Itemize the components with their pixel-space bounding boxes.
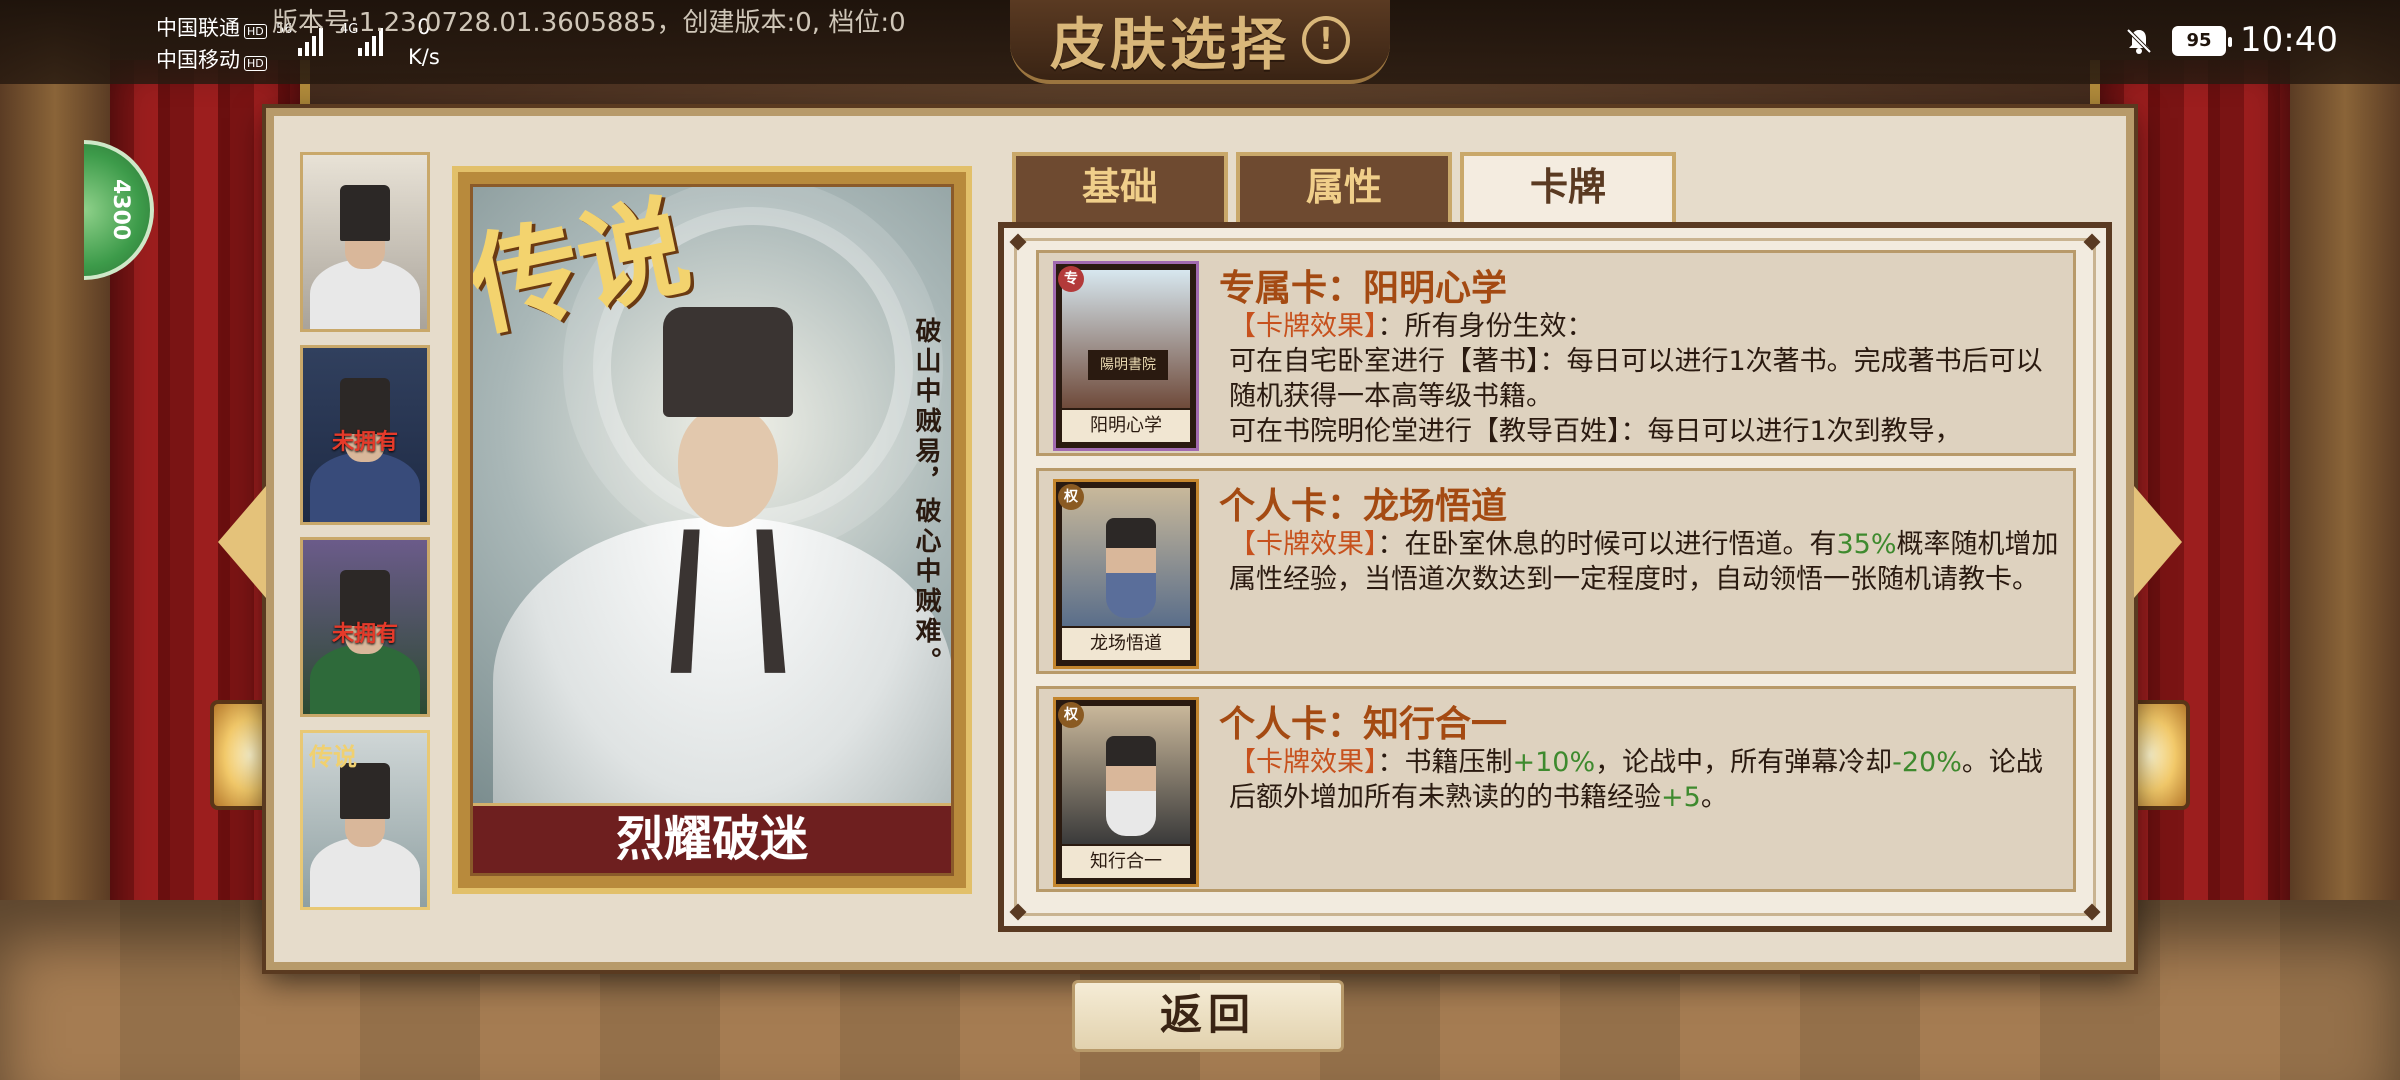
skin-thumb-3[interactable]: 未拥有 [300, 537, 430, 717]
card-thumbnail[interactable]: 权 知行合一 [1053, 697, 1199, 887]
card-thumbnail[interactable]: 陽明書院 专 阳明心学 [1053, 261, 1199, 451]
effect-label: 【卡牌效果】 [1229, 529, 1378, 560]
card-thumb-label: 龙场悟道 [1062, 628, 1190, 660]
legend-mark-small: 传说 [309, 743, 357, 771]
card-art [1062, 706, 1190, 844]
thumb-robe [310, 259, 420, 329]
effect-label: 【卡牌效果】 [1229, 311, 1378, 342]
card-art: 陽明書院 [1062, 270, 1190, 408]
featured-skin-card: 传说 破山中贼易，破心中贼难。 烈耀破迷 [452, 166, 972, 894]
art-hat [663, 307, 793, 417]
card-thumbnail[interactable]: 权 龙场悟道 [1053, 479, 1199, 669]
desc-text: 可在自宅卧室进行【著书】：每日可以进行1次著书。完成著书后可以随机获得一本高等级… [1229, 346, 2043, 412]
effect-label: 【卡牌效果】 [1229, 747, 1378, 778]
skin-thumb-4-selected[interactable]: 传说 [300, 730, 430, 910]
desc-text: ，论战中，所有弹幕冷却 [1595, 747, 1893, 778]
thumb-robe [310, 644, 420, 714]
next-arrow-icon[interactable] [2134, 486, 2182, 598]
back-button[interactable]: 返回 [1072, 980, 1344, 1052]
not-owned-label: 未拥有 [331, 430, 398, 455]
card-figure [1106, 518, 1156, 618]
desc-text: ：书籍压制 [1377, 747, 1513, 778]
personal-badge: 权 [1058, 702, 1084, 728]
card-entry-exclusive[interactable]: 陽明書院 专 阳明心学 专属卡：阳明心学 【卡牌效果】：所有身份生效： 可在自宅… [1036, 250, 2076, 456]
bonus-value: -20% [1892, 747, 1962, 778]
title-plate: 皮肤选择 ! [1010, 0, 1390, 84]
card-entry-personal-1[interactable]: 权 龙场悟道 个人卡：龙场悟道 【卡牌效果】：在卧室休息的时候可以进行悟道。有3… [1036, 468, 2076, 674]
cards-panel: 陽明書院 专 阳明心学 专属卡：阳明心学 【卡牌效果】：所有身份生效： 可在自宅… [998, 222, 2112, 932]
tab-attributes[interactable]: 属性 [1236, 152, 1452, 222]
featured-card-art: 传说 破山中贼易，破心中贼难。 烈耀破迷 [470, 184, 954, 876]
version-text: 版本号:1.23.0728.01.3605885，创建版本:0, 档位:0 [272, 8, 906, 38]
carrier-1: 中国联通 HD [156, 12, 267, 42]
card-description: 【卡牌效果】：书籍压制+10%，论战中，所有弹幕冷却-20%。论战后额外增加所有… [1229, 745, 2059, 815]
skin-thumb-1[interactable] [300, 152, 430, 332]
probability-value: 35% [1836, 529, 1897, 560]
battery-icon: 95 [2172, 26, 2232, 56]
prev-arrow-icon[interactable] [218, 486, 266, 598]
skin-name: 烈耀破迷 [473, 803, 951, 873]
personal-badge: 权 [1058, 484, 1084, 510]
exclusive-badge: 专 [1058, 266, 1084, 292]
thumb-hat [340, 185, 390, 241]
clock: 10:40 [2240, 20, 2338, 60]
card-thumb-label: 知行合一 [1062, 846, 1190, 878]
card-poem: 破山中贼易，破心中贼难。 [911, 317, 941, 677]
desc-text: 。 [1700, 782, 1728, 813]
card-description: 【卡牌效果】：所有身份生效： 可在自宅卧室进行【著书】：每日可以进行1次著书。完… [1229, 309, 2059, 449]
card-entry-personal-2[interactable]: 权 知行合一 个人卡：知行合一 【卡牌效果】：书籍压制+10%，论战中，所有弹幕… [1036, 686, 2076, 892]
desc-text: ：所有身份生效： [1377, 311, 1594, 342]
thumb-robe [310, 452, 420, 522]
tab-basic[interactable]: 基础 [1012, 152, 1228, 222]
not-owned-label: 未拥有 [331, 622, 398, 647]
card-description: 【卡牌效果】：在卧室休息的时候可以进行悟道。有35%概率随机增加属性经验，当悟道… [1229, 527, 2059, 597]
bell-muted-icon [2126, 28, 2152, 54]
carrier-2: 中国移动 HD [156, 44, 267, 74]
card-art [1062, 488, 1190, 626]
thumb-robe [310, 837, 420, 907]
card-title: 个人卡：知行合一 [1219, 704, 1508, 745]
card-thumb-label: 阳明心学 [1062, 410, 1190, 442]
bonus-value: +10% [1512, 747, 1596, 778]
bonus-value: +5 [1661, 782, 1701, 813]
card-title: 个人卡：龙场悟道 [1219, 486, 1508, 527]
info-icon[interactable]: ! [1302, 16, 1350, 64]
desc-text: 可在书院明伦堂进行【教导百姓】：每日可以进行1次到教导， [1229, 416, 1962, 447]
card-figure [1106, 736, 1156, 836]
card-title: 专属卡：阳明心学 [1219, 268, 1508, 309]
art-face [678, 407, 778, 527]
desc-text: ：在卧室休息的时候可以进行悟道。有 [1377, 529, 1837, 560]
page-title: 皮肤选择 [1050, 12, 1290, 78]
art-collar [670, 529, 786, 673]
tab-cards[interactable]: 卡牌 [1460, 152, 1676, 222]
skin-thumb-2[interactable]: 未拥有 [300, 345, 430, 525]
academy-sign: 陽明書院 [1088, 350, 1168, 380]
